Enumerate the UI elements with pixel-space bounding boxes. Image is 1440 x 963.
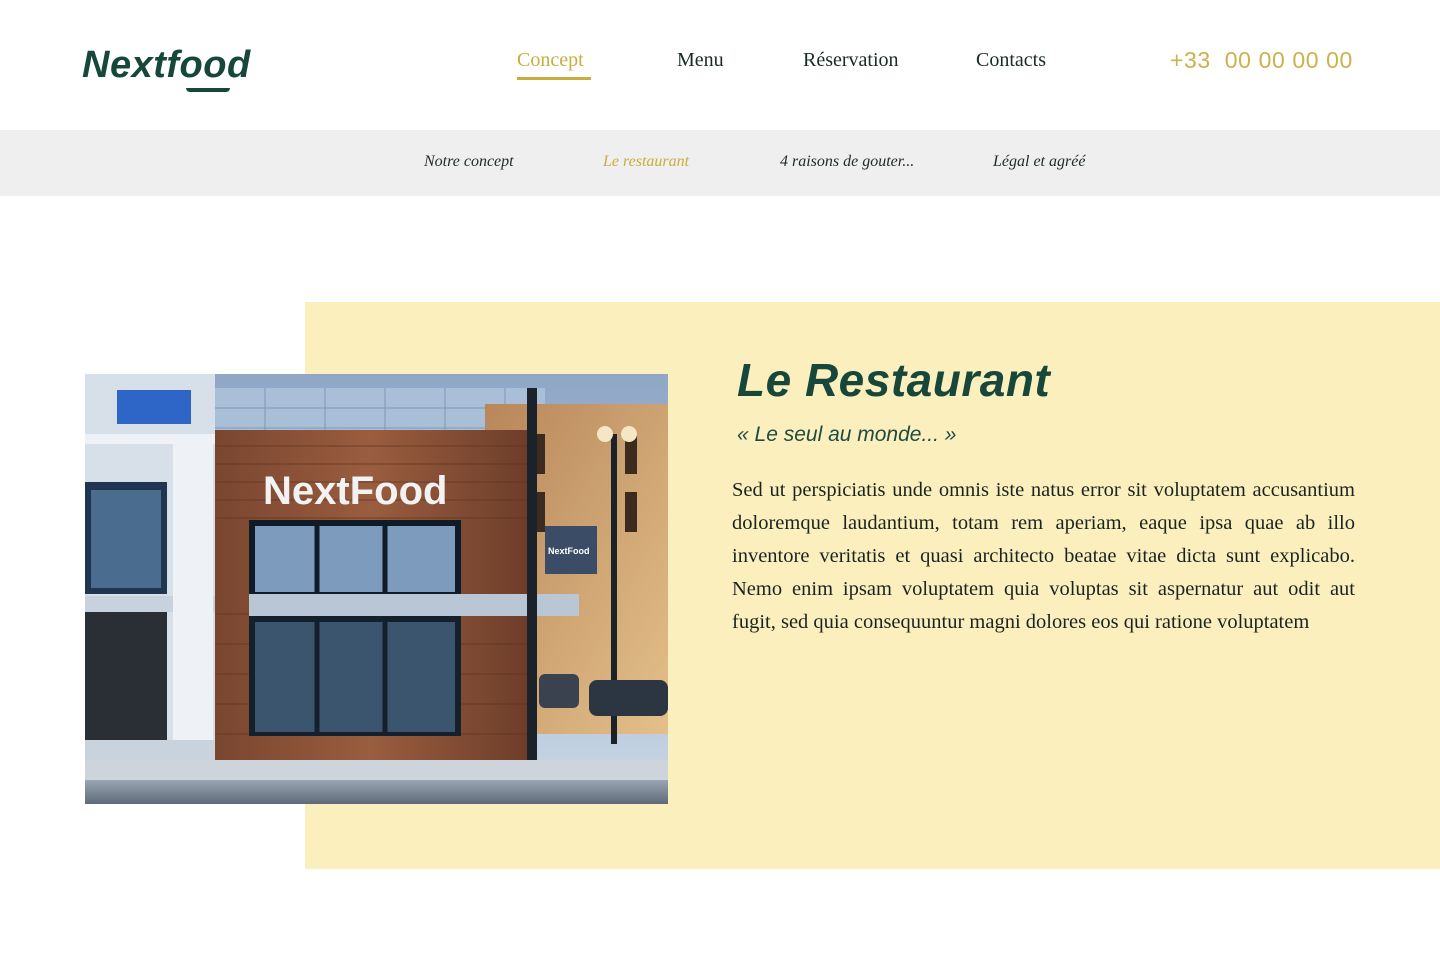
nav-active-indicator: [517, 77, 591, 80]
nav-item-reservation[interactable]: Réservation: [803, 46, 899, 74]
site-header: Nextfood Concept Menu Réservation Contac…: [0, 0, 1440, 130]
nav-item-concept[interactable]: Concept: [517, 46, 584, 74]
sub-nav: Notre concept Le restaurant 4 raisons de…: [0, 130, 1440, 196]
section-body-text: Sed ut perspiciatis unde omnis iste natu…: [732, 479, 1355, 633]
section-quote: « Le seul au monde... »: [737, 423, 957, 446]
subnav-item-notre-concept[interactable]: Notre concept: [424, 152, 514, 172]
restaurant-photo: NextFood NextFood: [85, 374, 668, 804]
subnav-item-le-restaurant[interactable]: Le restaurant: [603, 152, 689, 172]
section-title: Le Restaurant: [737, 354, 1051, 406]
logo-smile-underline: [186, 88, 230, 92]
subnav-item-4-raisons[interactable]: 4 raisons de gouter...: [780, 152, 914, 172]
nav-item-menu[interactable]: Menu: [677, 46, 724, 74]
storefront-sign-text: NextFood: [263, 469, 447, 513]
street-banner-text: NextFood: [548, 546, 590, 556]
nav-item-contacts[interactable]: Contacts: [976, 46, 1046, 74]
subnav-item-legal[interactable]: Légal et agréé: [993, 152, 1085, 172]
phone-number-link[interactable]: +33 00 00 00 00: [1170, 45, 1353, 75]
restaurant-storefront-illustration: NextFood NextFood: [85, 374, 668, 804]
brand-logo[interactable]: Nextfood: [82, 46, 251, 84]
